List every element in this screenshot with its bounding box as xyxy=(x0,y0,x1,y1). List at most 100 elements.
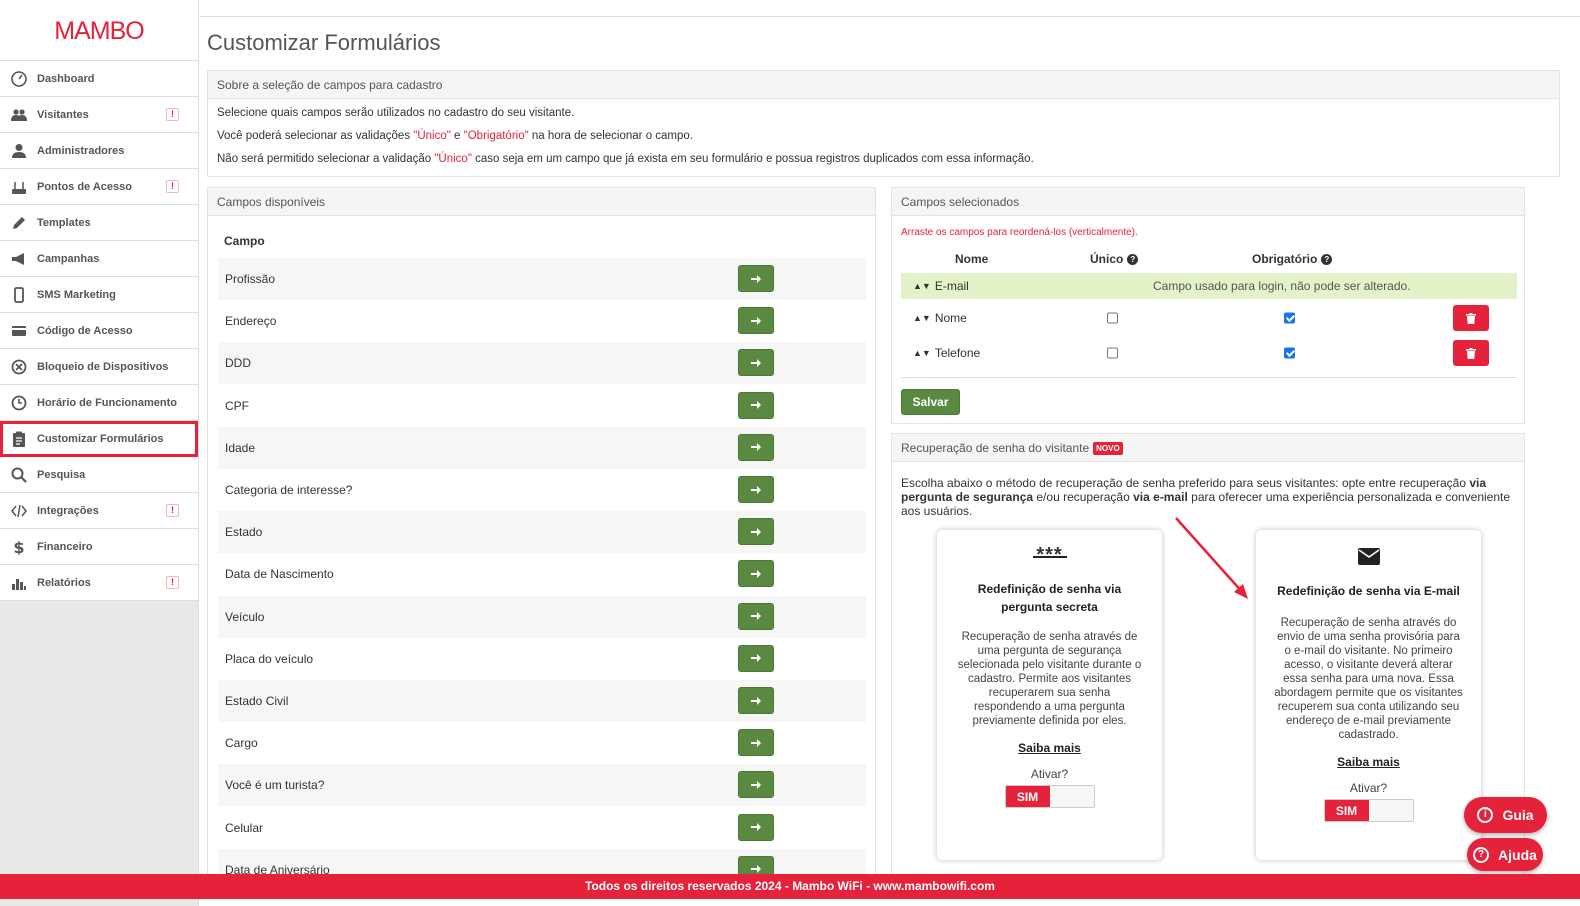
add-field-button[interactable] xyxy=(738,391,774,419)
sidebar-item-label: Horário de Funcionamento xyxy=(37,396,177,409)
nome-column-header: Nome xyxy=(955,252,989,266)
sidebar-item-codigo-de-acesso[interactable]: Código de Acesso xyxy=(0,313,198,349)
sidebar-item-label: Campanhas xyxy=(37,252,100,265)
asterisks-icon: *** xyxy=(1036,544,1063,566)
remove-field-button[interactable] xyxy=(1453,305,1489,331)
sidebar-item-campanhas[interactable]: Campanhas xyxy=(0,241,198,277)
help-icon[interactable]: ? xyxy=(1321,253,1333,265)
sidebar-item-customizar-formularios[interactable]: Customizar Formulários xyxy=(0,421,198,457)
ajuda-button[interactable]: ? Ajuda xyxy=(1467,838,1543,871)
toggle-off-area[interactable] xyxy=(1049,786,1094,807)
toggle-off-area[interactable] xyxy=(1368,800,1413,821)
add-field-button[interactable] xyxy=(738,433,774,461)
selected-field-row[interactable]: ▲▼ Telefone xyxy=(901,336,1517,370)
add-field-button[interactable] xyxy=(738,644,774,672)
sidebar-item-administradores[interactable]: Administradores xyxy=(0,133,198,169)
sidebar-item-integracoes[interactable]: Integrações! xyxy=(0,493,198,529)
add-field-button[interactable] xyxy=(738,476,774,503)
sort-handle-icon[interactable]: ▲▼ xyxy=(913,281,931,291)
arrow-right-icon xyxy=(751,823,761,832)
router-icon xyxy=(10,178,28,196)
campo-column-header: Campo xyxy=(224,234,265,248)
obrigatorio-checkbox[interactable] xyxy=(1284,312,1295,324)
sidebar-item-templates[interactable]: Templates xyxy=(0,205,198,241)
available-field-row: DDD xyxy=(218,342,866,385)
obrigatorio-checkbox[interactable] xyxy=(1284,347,1295,359)
arrow-right-icon xyxy=(751,696,761,705)
sidebar-item-label: Templates xyxy=(37,216,91,229)
login-field-row[interactable]: ▲▼ E-mail Campo usado para login, não pod… xyxy=(901,273,1517,299)
add-field-button[interactable] xyxy=(738,560,774,588)
unico-checkbox[interactable] xyxy=(1107,312,1118,324)
available-field-row: Estado xyxy=(218,511,866,554)
add-field-button[interactable] xyxy=(738,687,774,714)
sort-handle-icon[interactable]: ▲▼ xyxy=(913,313,931,323)
add-field-button[interactable] xyxy=(738,813,774,841)
selected-fields-heading: Campos selecionados xyxy=(892,188,1524,216)
help-icon[interactable]: ? xyxy=(1127,253,1139,265)
remove-field-button[interactable] xyxy=(1453,340,1489,366)
sidebar-item-relatorios[interactable]: Relatórios! xyxy=(0,565,198,601)
arrow-right-icon xyxy=(751,401,761,410)
sidebar-item-label: Customizar Formulários xyxy=(37,432,164,445)
activate-label: Ativar? xyxy=(1030,767,1069,781)
learn-more-link[interactable]: Saiba mais xyxy=(937,741,1162,755)
add-field-button[interactable] xyxy=(738,265,774,292)
mambo-logo[interactable]: MAMBO xyxy=(0,0,198,61)
activate-label: Ativar? xyxy=(1349,781,1388,795)
field-name: Placa do veículo xyxy=(225,651,314,666)
recovery-heading: Recuperação de senha do visitante NOVO xyxy=(892,434,1524,462)
add-field-button[interactable] xyxy=(738,518,774,546)
add-field-button[interactable] xyxy=(738,602,774,630)
alert-badge: ! xyxy=(166,108,179,121)
info-line-1: Selecione quais campos serão utilizados … xyxy=(217,107,575,119)
users-icon xyxy=(10,106,28,124)
field-name: Celular xyxy=(225,820,264,835)
arrow-right-icon xyxy=(751,316,761,325)
field-name: CPF xyxy=(225,398,249,413)
card-text: Recuperação de senha através de uma perg… xyxy=(957,631,1142,727)
help-circle-icon: ? xyxy=(1473,846,1490,863)
add-field-button[interactable] xyxy=(738,729,774,757)
available-fields-heading: Campos disponíveis xyxy=(208,188,875,216)
card-text: Recuperação de senha através do envio de… xyxy=(1274,617,1463,741)
divider xyxy=(901,377,1517,378)
guia-button[interactable]: i Guia xyxy=(1464,797,1547,833)
activate-toggle[interactable]: SIM xyxy=(1323,799,1414,822)
field-name: Data de Nascimento xyxy=(225,567,334,582)
available-field-row: CPF xyxy=(218,385,866,427)
learn-more-link[interactable]: Saiba mais xyxy=(1256,755,1481,769)
pencil-icon xyxy=(10,214,28,232)
dashboard-icon xyxy=(10,70,28,88)
sort-handle-icon[interactable]: ▲▼ xyxy=(913,348,931,358)
sidebar-item-visitantes[interactable]: Visitantes! xyxy=(0,97,198,133)
field-name: E-mail xyxy=(934,279,969,293)
sidebar-item-pontos-de-acesso[interactable]: Pontos de Acesso! xyxy=(0,169,198,205)
arrow-right-icon xyxy=(751,358,761,367)
sidebar-item-pesquisa[interactable]: Pesquisa xyxy=(0,457,198,493)
field-name: Categoria de interesse? xyxy=(225,483,353,497)
sidebar-item-label: Dashboard xyxy=(37,72,95,85)
search-icon xyxy=(10,466,28,484)
code-icon xyxy=(10,502,28,520)
sidebar-item-horario-de-funcionamento[interactable]: Horário de Funcionamento xyxy=(0,385,198,421)
obrigatorio-column-header: Obrigatório? xyxy=(1252,252,1333,266)
password-recovery-panel: Recuperação de senha do visitante NOVO Es… xyxy=(891,433,1525,883)
add-field-button[interactable] xyxy=(738,307,774,335)
sidebar-item-label: Financeiro xyxy=(37,540,93,553)
sidebar-item-bloqueio-de-dispositivos[interactable]: Bloqueio de Dispositivos xyxy=(0,349,198,385)
sidebar-item-sms-marketing[interactable]: SMS Marketing xyxy=(0,277,198,313)
chart-icon xyxy=(10,574,28,592)
alert-badge: ! xyxy=(166,180,179,193)
selected-field-row[interactable]: ▲▼ Nome xyxy=(901,301,1517,335)
save-button[interactable]: Salvar xyxy=(901,389,960,415)
activate-toggle[interactable]: SIM xyxy=(1004,785,1095,808)
field-name: Telefone xyxy=(934,346,981,360)
alert-badge: ! xyxy=(166,576,179,589)
sidebar-item-financeiro[interactable]: $ Financeiro xyxy=(0,529,198,565)
add-field-button[interactable] xyxy=(738,771,774,799)
sidebar-item-dashboard[interactable]: Dashboard xyxy=(0,61,198,97)
unico-checkbox[interactable] xyxy=(1107,347,1118,359)
envelope-icon xyxy=(1256,530,1481,565)
add-field-button[interactable] xyxy=(738,349,774,377)
